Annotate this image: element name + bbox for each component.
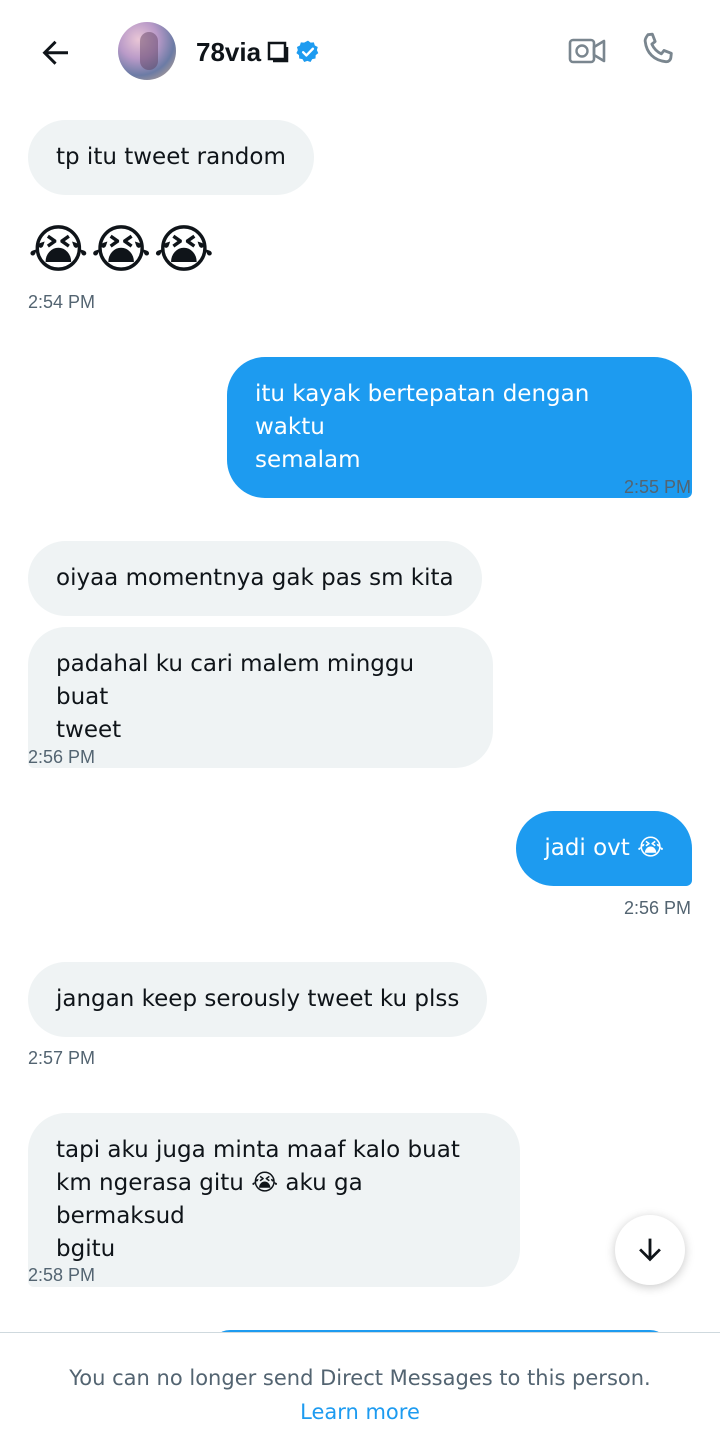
arrow-down-icon (639, 1238, 661, 1262)
dm-restricted-notice: You can no longer send Direct Messages t… (0, 1332, 720, 1450)
video-call-button[interactable] (567, 34, 607, 68)
phone-icon (643, 32, 673, 64)
message-bubble-incoming[interactable]: oiyaa momentnya gak pas sm kita (28, 541, 482, 616)
message-bubble-incoming[interactable]: tp itu tweet random (28, 120, 314, 195)
emoji-message[interactable]: 😭😭😭 (28, 218, 216, 282)
scroll-to-bottom-button[interactable] (615, 1215, 685, 1285)
notice-text: You can no longer send Direct Messages t… (69, 1366, 651, 1390)
voice-call-button[interactable] (637, 30, 677, 70)
contact-name-row[interactable]: 78via (196, 30, 321, 74)
message-bubble-incoming[interactable]: padahal ku cari malem minggu buat tweet (28, 627, 493, 768)
arrow-left-icon (42, 40, 68, 65)
avatar[interactable] (118, 22, 176, 80)
message-bubble-outgoing[interactable]: itu kayak bertepatan dengan waktu semala… (227, 357, 692, 498)
contact-name: 78via (196, 36, 262, 67)
message-timestamp: 2:58 PM (28, 1265, 96, 1285)
message-list[interactable]: tp itu tweet random 😭😭😭 2:54 PM itu kaya… (0, 100, 720, 1332)
square-icon (267, 41, 289, 63)
message-bubble-incoming[interactable]: jangan keep serously tweet ku plss (28, 962, 488, 1037)
conversation-header: 78via (0, 0, 720, 100)
message-timestamp: 2:56 PM (28, 747, 96, 767)
message-bubble-incoming[interactable]: tapi aku juga minta maaf kalo buat km ng… (28, 1113, 520, 1287)
back-button[interactable] (34, 30, 78, 74)
message-timestamp: 2:55 PM (623, 477, 691, 497)
verified-badge-icon (296, 40, 319, 62)
message-timestamp: 2:56 PM (623, 898, 691, 918)
learn-more-link[interactable]: Learn more (300, 1400, 420, 1424)
message-bubble-outgoing[interactable]: jadi ovt 😭 (516, 811, 692, 886)
message-timestamp: 2:57 PM (28, 1048, 96, 1068)
video-camera-icon (568, 38, 606, 64)
message-timestamp: 2:54 PM (28, 292, 96, 312)
